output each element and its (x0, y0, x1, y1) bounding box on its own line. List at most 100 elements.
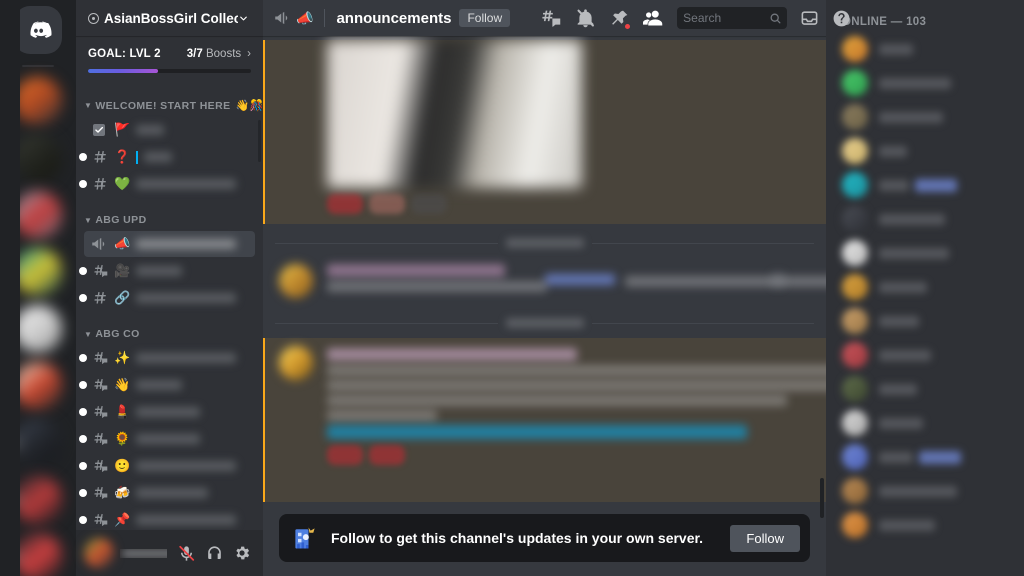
follow-button[interactable]: Follow (730, 524, 800, 552)
reaction-pill[interactable] (369, 445, 405, 465)
sidebar-item-channel[interactable]: 🔗 (79, 285, 255, 311)
list-item[interactable] (834, 66, 1016, 100)
channel-list-scrollbar[interactable] (258, 120, 261, 162)
rules-checkbox-icon (90, 121, 108, 139)
sidebar-item-channel[interactable]: ✨ (79, 345, 255, 371)
sidebar-item-channel[interactable]: 👋 (79, 372, 255, 398)
list-item[interactable] (834, 304, 1016, 338)
microphone-muted-icon[interactable] (173, 540, 199, 566)
server-icon[interactable] (14, 362, 62, 410)
category-emoji: 👋🎊 (235, 100, 263, 112)
list-item[interactable] (834, 236, 1016, 270)
rail-gutter (0, 0, 20, 576)
server-icon[interactable] (14, 134, 62, 182)
member-name-redacted (879, 349, 931, 361)
sidebar-item-channel[interactable]: ❓ (79, 144, 255, 170)
hash-thread-icon (90, 430, 108, 448)
list-item[interactable] (834, 32, 1016, 66)
guild-header[interactable]: AsianBossGirl Collect... (76, 0, 263, 36)
message-group[interactable] (263, 40, 826, 224)
list-item[interactable] (834, 406, 1016, 440)
server-icon[interactable] (14, 191, 62, 239)
chevron-down-icon: ▼ (84, 101, 93, 110)
follow-button-topbar[interactable]: Follow (459, 9, 511, 27)
member-row (879, 111, 1008, 123)
home-button[interactable] (14, 6, 62, 54)
message-group[interactable] (263, 258, 826, 304)
channel-category-header[interactable]: ▼ ABG CO (76, 312, 263, 344)
reaction-pill[interactable] (327, 445, 363, 465)
list-item[interactable] (834, 134, 1016, 168)
message-list[interactable] (263, 36, 826, 576)
pinned-messages-icon[interactable] (609, 8, 632, 30)
server-icon[interactable] (14, 476, 62, 524)
server-icon[interactable] (14, 77, 62, 125)
avatar[interactable] (279, 264, 313, 298)
boost-progress-track (88, 69, 251, 73)
member-list: ONLINE — 103 (826, 0, 1024, 576)
message-mention[interactable] (545, 274, 615, 285)
sidebar-item-channel[interactable]: 📌 (79, 507, 255, 530)
sidebar-item-channel[interactable]: 📣 (84, 231, 255, 257)
server-icon[interactable] (14, 305, 62, 353)
user-info (120, 548, 167, 558)
list-item[interactable] (834, 474, 1016, 508)
list-item[interactable] (834, 168, 1016, 202)
user-controls (173, 540, 255, 566)
member-list-icon[interactable] (643, 8, 664, 29)
channel-unread-dot (79, 408, 87, 416)
server-icon[interactable] (14, 419, 62, 467)
avatar (842, 70, 868, 96)
message-author[interactable] (327, 348, 577, 361)
list-item[interactable] (834, 508, 1016, 542)
sidebar-item-channel[interactable]: 🌻 (79, 426, 255, 452)
message-scrollbar[interactable] (820, 478, 824, 518)
list-item[interactable] (834, 440, 1016, 474)
sidebar-item-channel[interactable]: 🚩 (84, 117, 255, 143)
sidebar-item-channel[interactable]: 💚 (79, 171, 255, 197)
headset-icon[interactable] (201, 540, 227, 566)
reaction-pill[interactable] (369, 194, 405, 214)
avatar[interactable] (279, 346, 313, 380)
hash-thread-icon (90, 484, 108, 502)
reaction-bar (327, 194, 814, 214)
message-link[interactable] (327, 425, 747, 439)
hash-icon (90, 175, 108, 193)
list-item[interactable] (834, 270, 1016, 304)
pinned-badge (624, 22, 632, 30)
list-item[interactable] (834, 100, 1016, 134)
reaction-pill[interactable] (327, 194, 363, 214)
notification-bell-muted-icon[interactable] (575, 8, 596, 29)
member-row (879, 247, 1008, 259)
server-icon[interactable] (14, 533, 62, 576)
channel-name-redacted (136, 239, 237, 249)
channel-category-header[interactable]: ▼ WELCOME! START HERE 👋🎊 (76, 83, 263, 116)
list-item[interactable] (834, 372, 1016, 406)
sidebar-item-channel[interactable]: 💄 (79, 399, 255, 425)
sidebar-item-channel[interactable]: 🎥 (79, 258, 255, 284)
help-circle-icon[interactable] (832, 9, 851, 28)
channel-topic[interactable]: Check back here for important notes fro.… (532, 11, 533, 26)
channel-list-scroller[interactable]: ▼ WELCOME! START HERE 👋🎊 🚩 ❓ 💚 ▼ ABG UPD 📣 🎥 🔗 ▼ ABG… (76, 83, 263, 530)
server-rail (0, 0, 76, 576)
channel-emoji: ❓ (114, 149, 131, 164)
chevron-down-icon[interactable] (238, 13, 249, 24)
reaction-pill[interactable] (411, 194, 447, 214)
list-item[interactable] (834, 338, 1016, 372)
server-icon[interactable] (14, 248, 62, 296)
message-text (327, 395, 787, 406)
channel-category-header[interactable]: ▼ ABG UPD (76, 198, 263, 230)
avatar[interactable] (84, 538, 114, 568)
server-boost-progress[interactable]: GOAL: LVL 2 3/7 Boosts › (76, 36, 263, 83)
discord-logo-icon (30, 21, 52, 38)
gear-icon[interactable] (229, 540, 255, 566)
threads-icon[interactable] (541, 8, 562, 29)
message-author[interactable] (327, 264, 505, 277)
search-input[interactable]: Search (677, 7, 788, 29)
sidebar-item-channel[interactable]: 🍻 (79, 480, 255, 506)
message-image-attachment[interactable] (327, 40, 582, 188)
inbox-icon[interactable] (800, 9, 819, 28)
sidebar-item-channel[interactable]: 🙂 (79, 453, 255, 479)
message-group[interactable] (263, 338, 826, 502)
list-item[interactable] (834, 202, 1016, 236)
